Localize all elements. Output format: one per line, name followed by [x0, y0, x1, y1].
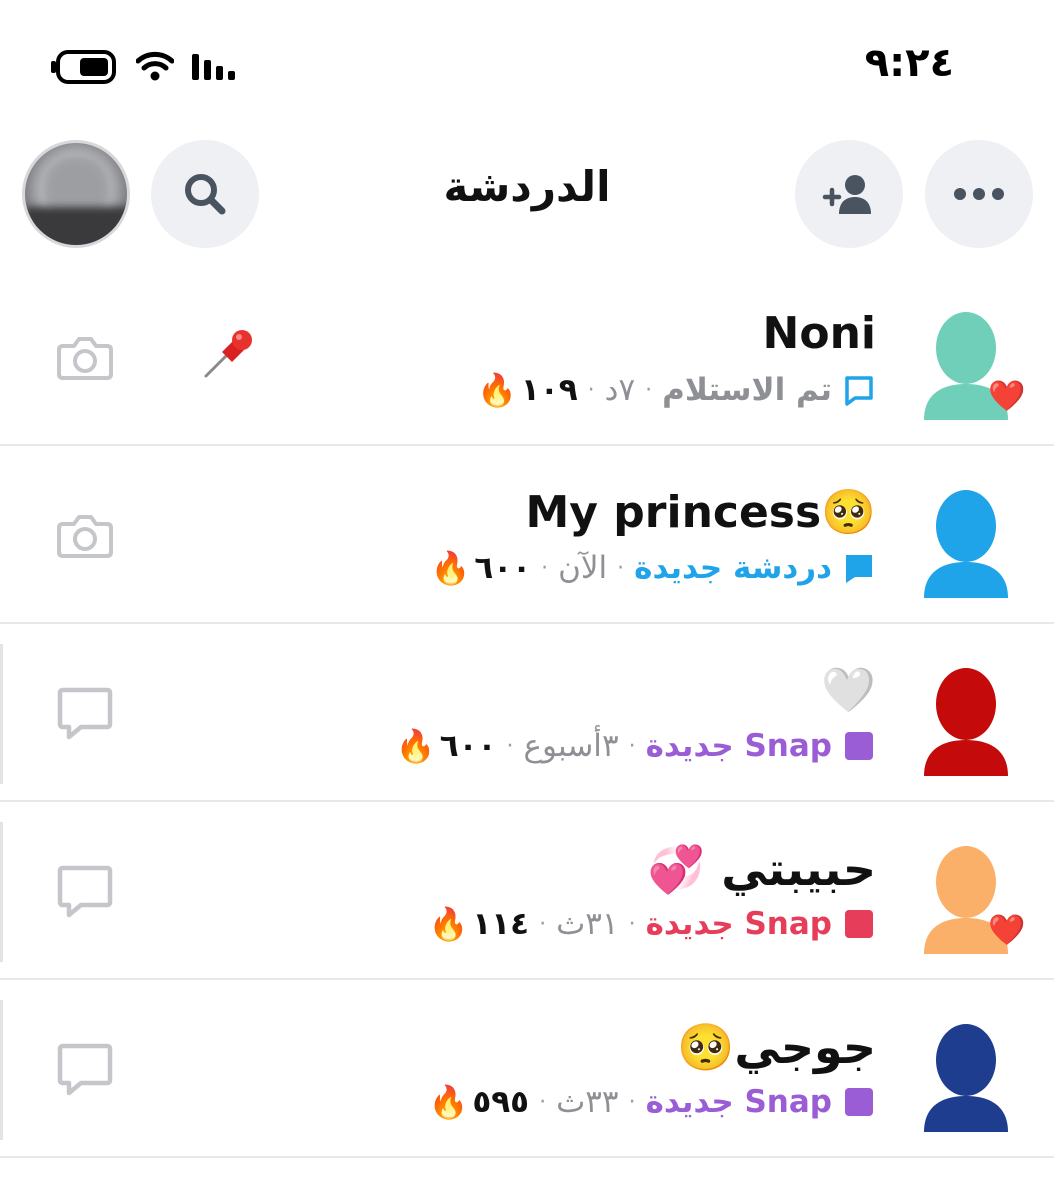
chat-status-line: Snap جديدة · ٣٣ث · ٥٩٥ 🔥: [428, 1080, 876, 1124]
more-icon: [954, 188, 1004, 200]
chat-name: Noni: [762, 308, 876, 359]
chat-outline-icon: [845, 376, 873, 406]
chat-reply-icon[interactable]: [55, 862, 115, 922]
chat-time: ٧د: [604, 372, 636, 408]
fire-icon: 🔥: [395, 727, 436, 765]
pin-icon: [204, 330, 252, 378]
separator-dot: ·: [628, 911, 636, 937]
heart-badge-icon: ❤️: [988, 913, 1026, 948]
snap-square-icon: [845, 732, 873, 760]
chat-status-line: تم الاستلام · ٧د · ١٠٩ 🔥: [477, 368, 876, 412]
add-friend-button[interactable]: [795, 140, 903, 248]
chat-list: ❤️ Noni تم الاستلام · ٧د · ١٠٩ 🔥 My prin…: [0, 268, 1054, 1158]
chat-name-text: My princess: [525, 487, 822, 538]
chat-name: My princess🥺: [526, 486, 877, 538]
separator-dot: ·: [628, 1089, 636, 1115]
heart-badge-icon: ❤️: [988, 379, 1026, 414]
white-heart-icon: 🤍: [821, 665, 876, 716]
separator-dot: ·: [506, 733, 514, 759]
chat-name: حبيبتي 💞: [648, 842, 876, 897]
separator-dot: ·: [645, 377, 653, 403]
chat-time: ٣١ث: [556, 906, 619, 942]
row-edge: [0, 1000, 3, 1140]
streak-count: ٦٠٠: [474, 550, 532, 586]
streak: ٥٩٥ 🔥: [428, 1083, 529, 1121]
signal-icon: [192, 54, 235, 80]
separator-dot: ·: [587, 377, 595, 403]
chat-status-text: Snap جديدة: [645, 906, 832, 942]
header: الدردشة: [0, 140, 1054, 250]
pleading-face-icon: 🥺: [821, 487, 876, 538]
streak: ٦٠٠ 🔥: [396, 727, 497, 765]
streak: ١٠٩ 🔥: [477, 371, 578, 409]
bitmoji-avatar-icon[interactable]: [920, 1022, 1012, 1132]
streak-count: ١١٤: [472, 906, 530, 942]
screen: ٩:٢٤ الدردشة ❤️ Noni تم الاستلام · ٧د · …: [0, 0, 1054, 1200]
chat-row[interactable]: ❤️ حبيبتي 💞 Snap جديدة · ٣١ث · ١١٤ 🔥: [0, 802, 1054, 980]
more-button[interactable]: [925, 140, 1033, 248]
pleading-face-icon: 🥺: [677, 1020, 735, 1074]
separator-dot: ·: [541, 555, 549, 581]
chat-status-text: تم الاستلام: [662, 372, 832, 408]
chat-name: 🤍: [821, 664, 876, 716]
camera-icon[interactable]: [55, 328, 115, 388]
status-bar: ٩:٢٤: [0, 0, 1054, 110]
separator-dot: ·: [539, 911, 547, 937]
row-edge: [0, 822, 3, 962]
chat-filled-icon: [846, 555, 872, 583]
chat-row[interactable]: ❤️ Noni تم الاستلام · ٧د · ١٠٩ 🔥: [0, 268, 1054, 446]
streak-count: ٦٠٠: [439, 728, 497, 764]
chat-row[interactable]: My princess🥺 دردشة جديدة · الآن · ٦٠٠ 🔥: [0, 446, 1054, 624]
chat-reply-icon[interactable]: [55, 684, 115, 744]
row-edge: [0, 644, 3, 784]
chat-reply-icon[interactable]: [55, 1040, 115, 1100]
fire-icon: 🔥: [428, 905, 469, 943]
snap-square-icon: [845, 910, 873, 938]
chat-row[interactable]: جوجي🥺 Snap جديدة · ٣٣ث · ٥٩٥ 🔥: [0, 980, 1054, 1158]
add-friend-icon: [822, 175, 871, 214]
separator-dot: ·: [628, 733, 636, 759]
chat-status-text: Snap جديدة: [645, 728, 832, 764]
camera-icon[interactable]: [55, 506, 115, 566]
streak: ١١٤ 🔥: [428, 905, 529, 943]
chat-time: الآن: [558, 550, 608, 586]
wifi-icon: [136, 51, 174, 81]
chat-status-text: دردشة جديدة: [634, 550, 832, 586]
revolving-hearts-icon: 💞: [647, 842, 706, 896]
avatar-photo-shadow: [25, 207, 127, 245]
chat-name-text: جوجي: [734, 1020, 876, 1074]
chat-status-line: Snap جديدة · ٣أسبوع · ٦٠٠ 🔥: [396, 724, 876, 768]
streak: ٦٠٠ 🔥: [430, 549, 531, 587]
streak-count: ١٠٩: [520, 372, 578, 408]
chat-name-text: حبيبتي: [721, 842, 876, 896]
chat-status-text: Snap جديدة: [645, 1084, 832, 1120]
snap-square-icon: [845, 1088, 873, 1116]
chat-time: ٣٣ث: [556, 1084, 619, 1120]
status-time: ٩:٢٤: [864, 40, 954, 86]
fire-icon: 🔥: [477, 371, 517, 409]
fire-icon: 🔥: [430, 549, 471, 587]
battery-icon: [51, 50, 116, 84]
fire-icon: 🔥: [428, 1083, 469, 1121]
chat-time: ٣أسبوع: [523, 728, 619, 764]
chat-status-line: Snap جديدة · ٣١ث · ١١٤ 🔥: [428, 902, 876, 946]
chat-status-line: دردشة جديدة · الآن · ٦٠٠ 🔥: [430, 546, 876, 590]
bitmoji-avatar-icon[interactable]: [920, 666, 1012, 776]
chat-row[interactable]: 🤍 Snap جديدة · ٣أسبوع · ٦٠٠ 🔥: [0, 624, 1054, 802]
separator-dot: ·: [617, 555, 625, 581]
chat-name: جوجي🥺: [677, 1020, 876, 1075]
separator-dot: ·: [539, 1089, 547, 1115]
streak-count: ٥٩٥: [472, 1084, 530, 1120]
bitmoji-avatar-icon[interactable]: [920, 488, 1012, 598]
